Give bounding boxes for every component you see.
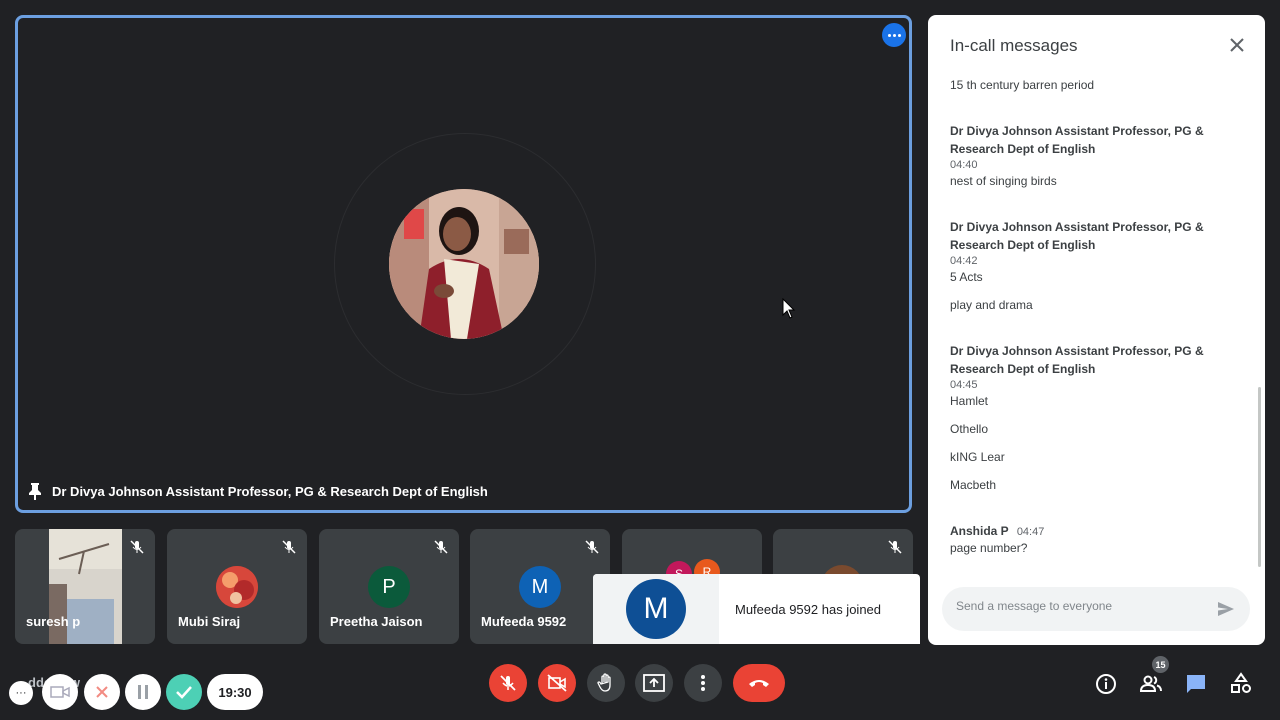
mic-toggle-button[interactable] [489, 664, 527, 702]
leave-call-button[interactable] [733, 664, 785, 702]
message-text: Hamlet [950, 394, 989, 408]
chat-title: In-call messages [950, 36, 1078, 55]
message-text: play and drama [950, 298, 1033, 312]
message-group: Dr Divya Johnson Assistant Professor, PG… [950, 218, 1230, 313]
hand-icon [597, 673, 611, 692]
mic-off-icon [888, 540, 902, 559]
present-screen-button[interactable] [635, 664, 673, 702]
message-header: Anshida P 04:47 [950, 522, 1230, 540]
mic-off-icon [282, 540, 296, 559]
participant-name: suresh p [26, 614, 81, 629]
participant-name: Preetha Jaison [330, 614, 423, 629]
check-icon [176, 686, 192, 699]
camera-toggle-button[interactable] [538, 664, 576, 702]
message-time: 04:47 [1016, 526, 1045, 538]
people-icon[interactable] [1139, 672, 1163, 696]
message-time: 04:40 [950, 159, 978, 171]
presenter-label: Dr Divya Johnson Assistant Professor, PG… [28, 482, 488, 500]
participant-avatar: P [368, 566, 410, 608]
participant-tile[interactable]: Mubi Siraj [167, 529, 307, 644]
message-group: Dr Divya Johnson Assistant Professor, PG… [950, 122, 1230, 189]
more-options-button[interactable] [684, 664, 722, 702]
chat-panel: In-call messages 15 th century barren pe… [928, 15, 1265, 645]
timer-badge: 19:30 [207, 674, 263, 710]
info-icon[interactable] [1094, 672, 1118, 696]
mic-off-icon [434, 540, 448, 559]
message-text: kING Lear [950, 450, 1005, 464]
pin-icon[interactable] [28, 482, 42, 500]
participant-avatar: M [519, 566, 561, 608]
presenter-name: Dr Divya Johnson Assistant Professor, PG… [52, 483, 488, 499]
message-text: 15 th century barren period [950, 78, 1095, 92]
message-text: nest of singing birds [950, 174, 1057, 188]
mic-off-icon [500, 675, 516, 691]
video-add-icon [50, 686, 70, 698]
message-sender: Dr Divya Johnson Assistant Professor, PG… [950, 220, 1204, 252]
present-icon [643, 674, 665, 692]
close-icon [96, 686, 108, 698]
activities-icon[interactable] [1229, 672, 1253, 696]
message-text: Othello [950, 422, 989, 436]
pause-icon [138, 685, 148, 699]
message-sender: Anshida P [950, 524, 1009, 538]
message-time: 04:42 [950, 255, 978, 267]
call-end-icon [749, 680, 769, 687]
message-text: 5 Acts [950, 270, 983, 284]
participant-tile[interactable]: suresh p [15, 529, 155, 644]
join-notification: M Mufeeda 9592 has joined [593, 574, 920, 644]
joined-avatar: M [626, 579, 686, 639]
send-icon[interactable] [1216, 599, 1236, 619]
message-composer [942, 587, 1250, 631]
participant-tile[interactable]: P Preetha Jaison [319, 529, 459, 644]
participant-count-badge: 15 [1152, 656, 1169, 673]
message-sender: Dr Divya Johnson Assistant Professor, PG… [950, 344, 1204, 376]
pause-button[interactable] [125, 674, 161, 710]
more-options-button[interactable] [882, 23, 906, 47]
close-icon[interactable] [1227, 35, 1247, 55]
message-input[interactable] [956, 599, 1196, 613]
participant-name: Mufeeda 9592 [481, 614, 567, 629]
message-sender: Dr Divya Johnson Assistant Professor, PG… [950, 124, 1204, 156]
add-camera-button[interactable] [42, 674, 78, 710]
participant-name: Mubi Siraj [178, 614, 241, 629]
cancel-button[interactable] [84, 674, 120, 710]
message-list: 15 th century barren period Dr Divya Joh… [950, 77, 1230, 556]
main-video-tile[interactable]: Dr Divya Johnson Assistant Professor, PG… [15, 15, 912, 513]
video-off-icon [547, 674, 567, 692]
message-text: page number? [950, 541, 1028, 555]
mouse-cursor-icon [782, 298, 796, 319]
extension-menu-button[interactable]: ··· [9, 681, 33, 705]
join-notification-text: Mufeeda 9592 has joined [735, 601, 882, 617]
participant-avatar [216, 566, 258, 608]
chat-icon[interactable] [1184, 672, 1208, 696]
presenter-avatar [389, 189, 539, 339]
more-vert-icon [701, 675, 705, 691]
raise-hand-button[interactable] [587, 664, 625, 702]
mic-off-icon [130, 540, 144, 559]
message-time: 04:45 [950, 379, 978, 391]
mic-off-icon [585, 540, 599, 559]
confirm-button[interactable] [166, 674, 202, 710]
message-group: Anshida P 04:47 page number? [950, 522, 1230, 556]
message-group: Dr Divya Johnson Assistant Professor, PG… [950, 342, 1230, 493]
message-text: Macbeth [950, 478, 997, 492]
participant-tile[interactable]: M Mufeeda 9592 [470, 529, 610, 644]
chat-scrollbar[interactable] [1258, 387, 1261, 567]
